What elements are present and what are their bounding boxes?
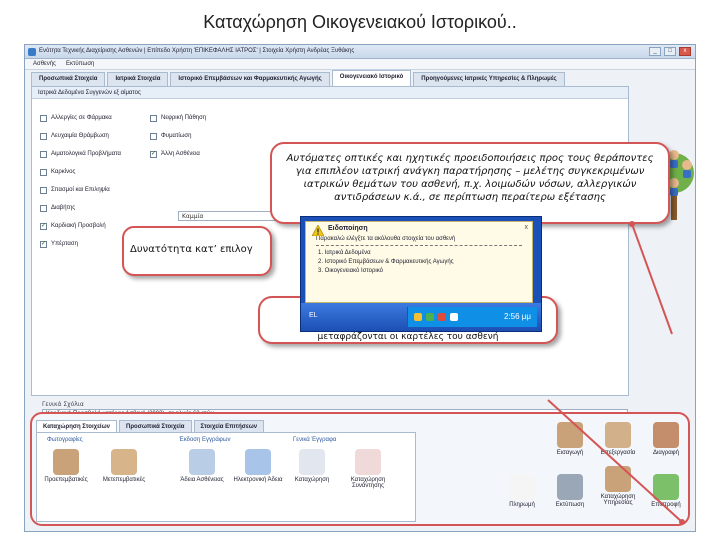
arrow-to-popup — [631, 223, 673, 335]
arrow-dot — [679, 519, 685, 525]
arrow-to-back — [547, 399, 683, 523]
arrow-dot — [629, 221, 635, 227]
annotation-arrows — [547, 221, 685, 525]
